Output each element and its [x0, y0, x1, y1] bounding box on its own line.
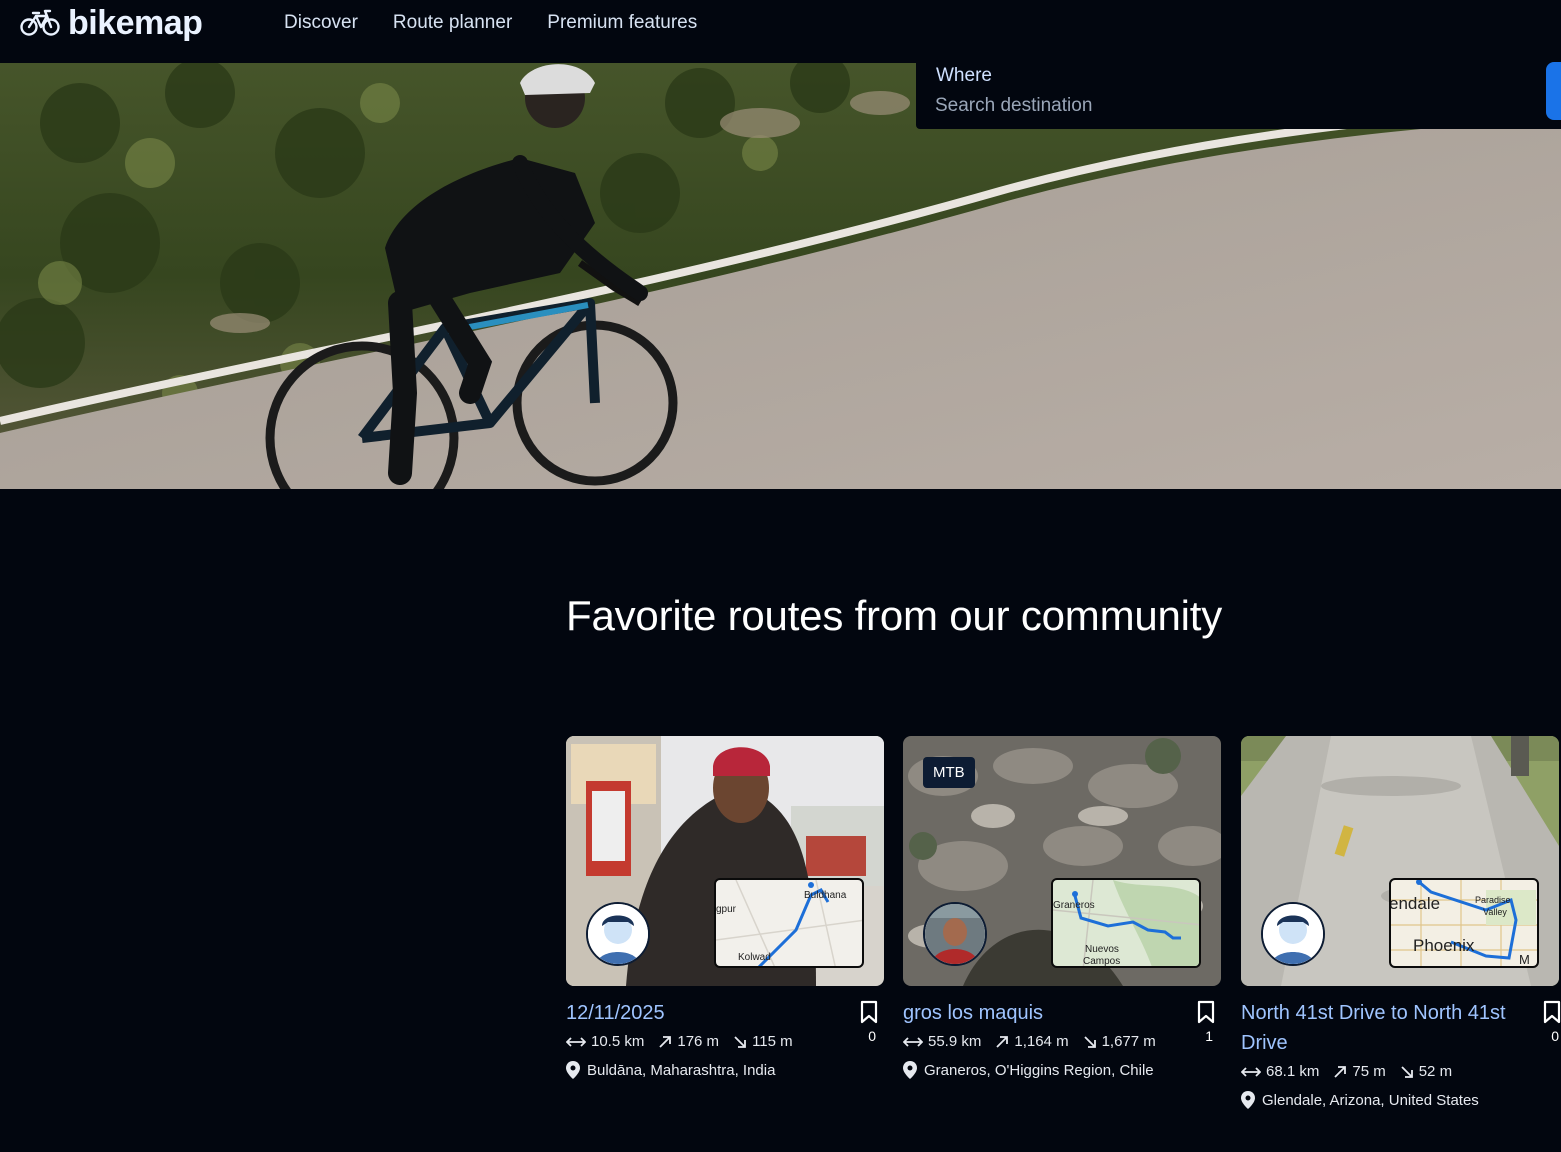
map-label: Graneros — [1053, 900, 1095, 911]
user-avatar[interactable] — [586, 902, 650, 966]
distance-stat: 68.1 km — [1241, 1063, 1319, 1080]
ascent-value: 1,164 m — [1014, 1033, 1069, 1050]
ascent-stat: 176 m — [658, 1033, 719, 1050]
descent-icon — [734, 1035, 746, 1048]
route-stats: 10.5 km 176 m 115 m — [566, 1033, 801, 1050]
search-destination-input[interactable] — [935, 93, 1515, 119]
distance-stat: 55.9 km — [903, 1033, 981, 1050]
route-mini-map: Buldhana gpur Kolwad — [714, 878, 864, 968]
descent-value: 115 m — [752, 1033, 793, 1050]
user-avatar[interactable] — [923, 902, 987, 966]
distance-icon — [903, 1036, 923, 1047]
location-text: Graneros, O'Higgins Region, Chile — [924, 1061, 1154, 1079]
ascent-stat: 1,164 m — [995, 1033, 1069, 1050]
route-mini-map: Graneros Nuevos Campos — [1051, 878, 1201, 968]
map-label: Valley — [1483, 907, 1507, 917]
bookmark-count: 0 — [1551, 1028, 1559, 1044]
bookmark-count: 1 — [1205, 1028, 1213, 1044]
bookmark-icon[interactable] — [1541, 1000, 1561, 1029]
ascent-value: 176 m — [677, 1033, 720, 1050]
route-title[interactable]: 12/11/2025 — [566, 998, 836, 1028]
bookmark-count: 0 — [868, 1028, 876, 1044]
map-label: endale — [1389, 894, 1441, 913]
logo-text: bikemap — [68, 4, 203, 42]
search-button[interactable] — [1546, 62, 1561, 120]
nav-premium-features[interactable]: Premium features — [547, 12, 697, 34]
distance-stat: 10.5 km — [566, 1033, 644, 1050]
route-photo[interactable]: endale Paradise Valley Phoenix M — [1241, 736, 1559, 986]
distance-icon — [566, 1036, 586, 1047]
descent-value: 52 m — [1418, 1063, 1453, 1080]
map-label: Phoenix — [1413, 936, 1475, 955]
descent-icon — [1401, 1065, 1413, 1078]
map-label: gpur — [716, 904, 737, 915]
map-label: Nuevos — [1085, 944, 1119, 955]
map-label: Paradise — [1475, 895, 1511, 905]
ascent-icon — [996, 1035, 1009, 1048]
route-location: Buldāna, Maharashtra, India — [566, 1061, 775, 1079]
search-label: Where — [936, 65, 992, 86]
map-label: Campos — [1083, 956, 1121, 967]
top-navigation-bar: bikemap Discover Route planner Premium f… — [0, 0, 1561, 63]
route-stats: 68.1 km 75 m 52 m — [1241, 1063, 1460, 1080]
location-pin-icon — [566, 1061, 580, 1079]
map-label: Kolwad — [738, 952, 771, 963]
destination-search: Where — [916, 58, 1561, 129]
ascent-icon — [659, 1035, 672, 1048]
route-type-badge: MTB — [923, 757, 975, 788]
route-card[interactable]: endale Paradise Valley Phoenix M North 4… — [1241, 736, 1561, 1109]
nav-route-planner[interactable]: Route planner — [393, 12, 512, 34]
section-title: Favorite routes from our community — [566, 592, 1223, 639]
location-text: Glendale, Arizona, United States — [1262, 1091, 1479, 1109]
bookmark-icon[interactable] — [1195, 1000, 1217, 1029]
distance-value: 10.5 km — [591, 1033, 645, 1050]
route-photo[interactable]: MTB Graneros Nuevos Campos — [903, 736, 1221, 986]
map-label: M — [1519, 952, 1530, 967]
location-pin-icon — [903, 1061, 917, 1079]
bookmark-icon[interactable] — [858, 1000, 880, 1029]
route-card[interactable]: Buldhana gpur Kolwad 12/11/2025 0 10.5 k… — [566, 736, 884, 1079]
main-nav: Discover Route planner Premium features — [284, 12, 697, 34]
distance-value: 55.9 km — [928, 1033, 982, 1050]
bikemap-logo[interactable]: bikemap — [20, 4, 203, 42]
route-location: Graneros, O'Higgins Region, Chile — [903, 1061, 1154, 1079]
bicycle-icon — [20, 9, 60, 36]
route-title[interactable]: gros los maquis — [903, 998, 1173, 1028]
route-mini-map: endale Paradise Valley Phoenix M — [1389, 878, 1539, 968]
route-photo[interactable]: Buldhana gpur Kolwad — [566, 736, 884, 986]
route-card[interactable]: MTB Graneros Nuevos Campos gros los maqu… — [903, 736, 1221, 1079]
user-avatar[interactable] — [1261, 902, 1325, 966]
location-text: Buldāna, Maharashtra, India — [587, 1061, 776, 1079]
descent-stat: 115 m — [733, 1033, 793, 1050]
nav-discover[interactable]: Discover — [284, 12, 358, 34]
ascent-icon — [1334, 1065, 1347, 1078]
ascent-stat: 75 m — [1333, 1063, 1386, 1080]
descent-stat: 52 m — [1400, 1063, 1452, 1080]
descent-icon — [1083, 1035, 1096, 1048]
route-location: Glendale, Arizona, United States — [1241, 1091, 1479, 1109]
descent-stat: 1,677 m — [1083, 1033, 1156, 1050]
ascent-value: 75 m — [1352, 1063, 1386, 1080]
distance-value: 68.1 km — [1266, 1063, 1320, 1080]
descent-value: 1,677 m — [1101, 1033, 1156, 1050]
location-pin-icon — [1241, 1091, 1255, 1109]
distance-icon — [1241, 1066, 1261, 1077]
route-title[interactable]: North 41st Drive to North 41st Drive — [1241, 998, 1511, 1058]
map-label: Buldhana — [804, 890, 847, 901]
route-stats: 55.9 km 1,164 m 1,677 m — [903, 1033, 1164, 1050]
